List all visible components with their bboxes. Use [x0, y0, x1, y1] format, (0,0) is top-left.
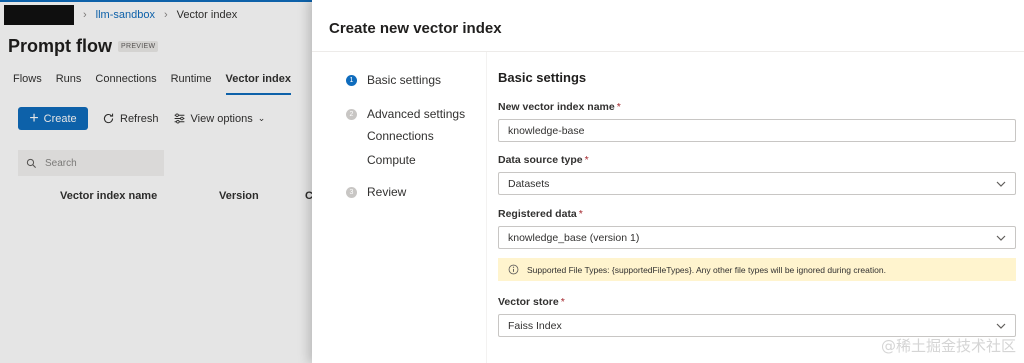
step-number-badge: 3 — [346, 186, 357, 198]
wizard-steps: 1 Basic settings 2 Advanced settings Con… — [346, 70, 465, 202]
info-icon — [508, 264, 519, 275]
name-label: New vector index name * — [498, 101, 621, 113]
section-title: Basic settings — [498, 70, 587, 85]
data-source-value: Datasets — [508, 177, 550, 190]
substep-compute[interactable]: Compute — [346, 150, 465, 170]
banner-text: Supported File Types: {supportedFileType… — [527, 264, 886, 275]
vector-index-name-input[interactable]: knowledge-base — [498, 119, 1016, 142]
substep-connections[interactable]: Connections — [346, 126, 465, 146]
modal-overlay[interactable] — [0, 0, 312, 363]
create-vector-index-panel: Create new vector index 1 Basic settings… — [312, 0, 1024, 363]
watermark: @稀土掘金技术社区 — [880, 337, 1016, 355]
chevron-down-icon — [996, 181, 1006, 187]
data-source-label: Data source type * — [498, 154, 589, 166]
step-number-badge: 2 — [346, 108, 357, 120]
registered-data-value: knowledge_base (version 1) — [508, 231, 640, 244]
step-number-badge: 1 — [346, 74, 357, 86]
registered-data-select[interactable]: knowledge_base (version 1) — [498, 226, 1016, 249]
panel-title: Create new vector index — [329, 20, 502, 37]
data-source-select[interactable]: Datasets — [498, 172, 1016, 195]
vector-store-select[interactable]: Faiss Index — [498, 314, 1016, 337]
basic-settings-form: Basic settings New vector index name * kn… — [498, 70, 1016, 337]
chevron-down-icon — [996, 235, 1006, 241]
step-advanced-settings[interactable]: 2 Advanced settings — [346, 104, 465, 124]
step-basic-settings[interactable]: 1 Basic settings — [346, 70, 465, 90]
supported-file-types-banner: Supported File Types: {supportedFileType… — [498, 258, 1016, 281]
step-label: Advanced settings — [367, 107, 466, 121]
step-label: Review — [367, 185, 407, 199]
registered-data-label: Registered data * — [498, 208, 583, 220]
step-label: Basic settings — [367, 73, 442, 87]
panel-divider — [312, 51, 1024, 52]
vector-store-value: Faiss Index — [508, 319, 562, 332]
steps-divider — [486, 52, 487, 363]
chevron-down-icon — [996, 323, 1006, 329]
step-review[interactable]: 3 Review — [346, 182, 465, 202]
name-input-value: knowledge-base — [508, 124, 585, 137]
vector-store-label: Vector store * — [498, 296, 565, 308]
